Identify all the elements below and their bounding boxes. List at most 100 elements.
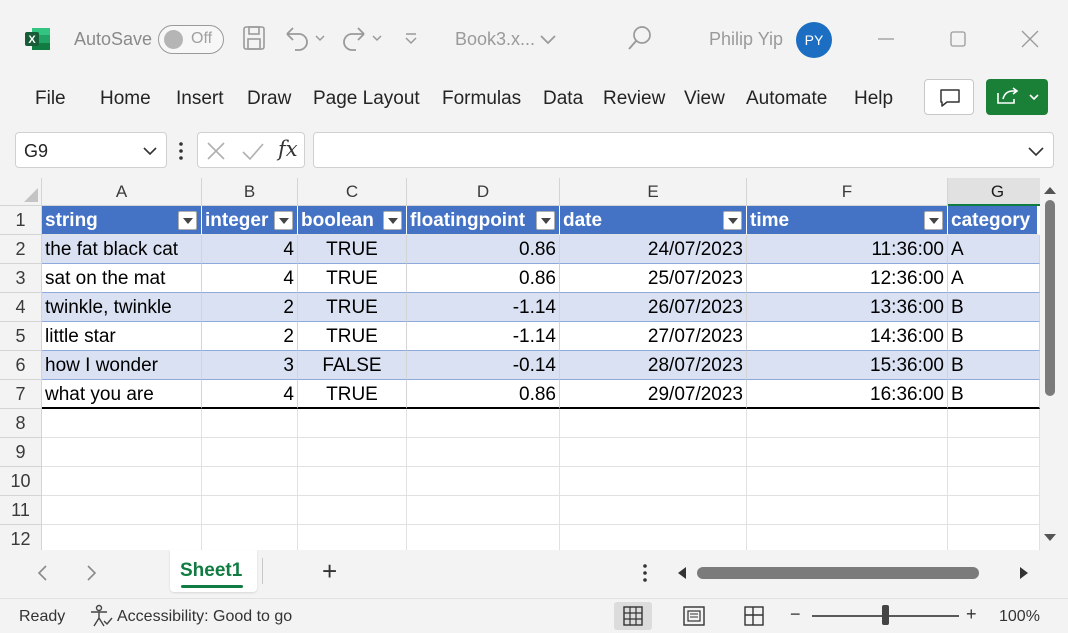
close-icon[interactable] <box>1010 22 1050 56</box>
customize-qat-icon[interactable] <box>402 24 420 52</box>
save-icon[interactable] <box>241 24 267 52</box>
more-options-icon[interactable] <box>176 140 186 162</box>
table-cell[interactable]: 0.86 <box>407 264 560 293</box>
table-cell[interactable]: TRUE <box>298 235 407 264</box>
empty-cell[interactable] <box>42 496 202 525</box>
chevron-down-icon[interactable] <box>538 24 558 52</box>
empty-cell[interactable] <box>42 438 202 467</box>
prev-sheet-icon[interactable] <box>34 562 52 584</box>
column-header[interactable]: B <box>202 178 298 206</box>
tab-draw[interactable]: Draw <box>247 88 291 110</box>
column-header[interactable]: F <box>747 178 948 206</box>
add-sheet-button[interactable]: + <box>322 556 337 587</box>
row-header[interactable]: 9 <box>0 438 42 467</box>
empty-cell[interactable] <box>407 409 560 438</box>
redo-icon[interactable] <box>340 24 386 52</box>
table-cell[interactable]: 25/07/2023 <box>560 264 747 293</box>
empty-cell[interactable] <box>298 438 407 467</box>
tab-help[interactable]: Help <box>854 88 893 110</box>
select-all-button[interactable] <box>0 178 42 206</box>
table-cell[interactable]: 2 <box>202 322 298 351</box>
table-cell[interactable]: B <box>948 293 1040 322</box>
empty-cell[interactable] <box>202 409 298 438</box>
filter-dropdown-icon[interactable] <box>383 211 402 230</box>
table-cell[interactable]: 14:36:00 <box>747 322 948 351</box>
table-header-cell[interactable]: time <box>747 206 948 235</box>
filter-dropdown-icon[interactable] <box>178 211 197 230</box>
empty-cell[interactable] <box>298 496 407 525</box>
empty-cell[interactable] <box>202 525 298 550</box>
more-options-icon[interactable] <box>640 562 650 584</box>
row-header[interactable]: 1 <box>0 206 42 235</box>
table-cell[interactable]: A <box>948 264 1040 293</box>
table-cell[interactable]: TRUE <box>298 322 407 351</box>
table-cell[interactable]: -0.14 <box>407 351 560 380</box>
scroll-right-icon[interactable] <box>1018 566 1030 580</box>
table-cell[interactable]: TRUE <box>298 380 407 409</box>
scroll-left-icon[interactable] <box>676 566 688 580</box>
row-header[interactable]: 3 <box>0 264 42 293</box>
table-cell[interactable]: 4 <box>202 380 298 409</box>
table-header-cell[interactable]: date <box>560 206 747 235</box>
table-header-cell[interactable]: floatingpoint <box>407 206 560 235</box>
table-cell[interactable]: 2 <box>202 293 298 322</box>
table-cell[interactable]: 26/07/2023 <box>560 293 747 322</box>
comments-button[interactable] <box>924 79 974 115</box>
column-header[interactable]: C <box>298 178 407 206</box>
table-header-cell[interactable]: boolean <box>298 206 407 235</box>
tab-insert[interactable]: Insert <box>176 88 224 110</box>
tab-automate[interactable]: Automate <box>746 88 827 110</box>
empty-cell[interactable] <box>202 438 298 467</box>
tab-review[interactable]: Review <box>603 88 665 110</box>
tab-view[interactable]: View <box>684 88 725 110</box>
empty-cell[interactable] <box>948 496 1040 525</box>
vertical-scrollbar[interactable] <box>1040 178 1060 550</box>
maximize-icon[interactable] <box>938 22 978 56</box>
table-cell[interactable]: what you are <box>42 380 202 409</box>
empty-cell[interactable] <box>202 496 298 525</box>
tab-data[interactable]: Data <box>543 88 583 110</box>
column-header[interactable]: D <box>407 178 560 206</box>
empty-cell[interactable] <box>407 438 560 467</box>
empty-cell[interactable] <box>42 409 202 438</box>
empty-cell[interactable] <box>747 438 948 467</box>
table-cell[interactable]: 29/07/2023 <box>560 380 747 409</box>
zoom-level[interactable]: 100% <box>999 608 1040 626</box>
page-break-view-button[interactable] <box>735 602 773 630</box>
vertical-scroll-thumb[interactable] <box>1045 200 1055 396</box>
table-cell[interactable]: how I wonder <box>42 351 202 380</box>
empty-cell[interactable] <box>747 467 948 496</box>
normal-view-button[interactable] <box>614 602 652 630</box>
filter-dropdown-icon[interactable] <box>274 211 293 230</box>
horizontal-scroll-thumb[interactable] <box>697 567 979 579</box>
row-header[interactable]: 10 <box>0 467 42 496</box>
table-cell[interactable]: 4 <box>202 264 298 293</box>
avatar[interactable]: PY <box>796 22 832 58</box>
empty-cell[interactable] <box>948 525 1040 550</box>
enter-check-icon[interactable] <box>240 139 266 163</box>
empty-cell[interactable] <box>948 409 1040 438</box>
tab-page-layout[interactable]: Page Layout <box>313 88 420 110</box>
next-sheet-icon[interactable] <box>82 562 100 584</box>
expand-formula-bar-icon[interactable] <box>1027 145 1045 157</box>
table-cell[interactable]: -1.14 <box>407 322 560 351</box>
table-cell[interactable]: 24/07/2023 <box>560 235 747 264</box>
cancel-icon[interactable] <box>204 139 228 163</box>
tab-formulas[interactable]: Formulas <box>442 88 521 110</box>
empty-cell[interactable] <box>42 467 202 496</box>
zoom-in-button[interactable]: + <box>966 604 977 625</box>
table-cell[interactable]: 11:36:00 <box>747 235 948 264</box>
table-cell[interactable]: B <box>948 351 1040 380</box>
empty-cell[interactable] <box>560 409 747 438</box>
empty-cell[interactable] <box>560 525 747 550</box>
table-cell[interactable]: 0.86 <box>407 235 560 264</box>
page-layout-view-button[interactable] <box>675 602 713 630</box>
filter-dropdown-icon[interactable] <box>536 211 555 230</box>
table-cell[interactable]: sat on the mat <box>42 264 202 293</box>
table-cell[interactable]: the fat black cat <box>42 235 202 264</box>
horizontal-scrollbar[interactable] <box>672 562 1040 584</box>
name-box[interactable]: G9 <box>15 132 167 168</box>
table-cell[interactable]: B <box>948 322 1040 351</box>
table-cell[interactable]: 12:36:00 <box>747 264 948 293</box>
empty-cell[interactable] <box>560 467 747 496</box>
